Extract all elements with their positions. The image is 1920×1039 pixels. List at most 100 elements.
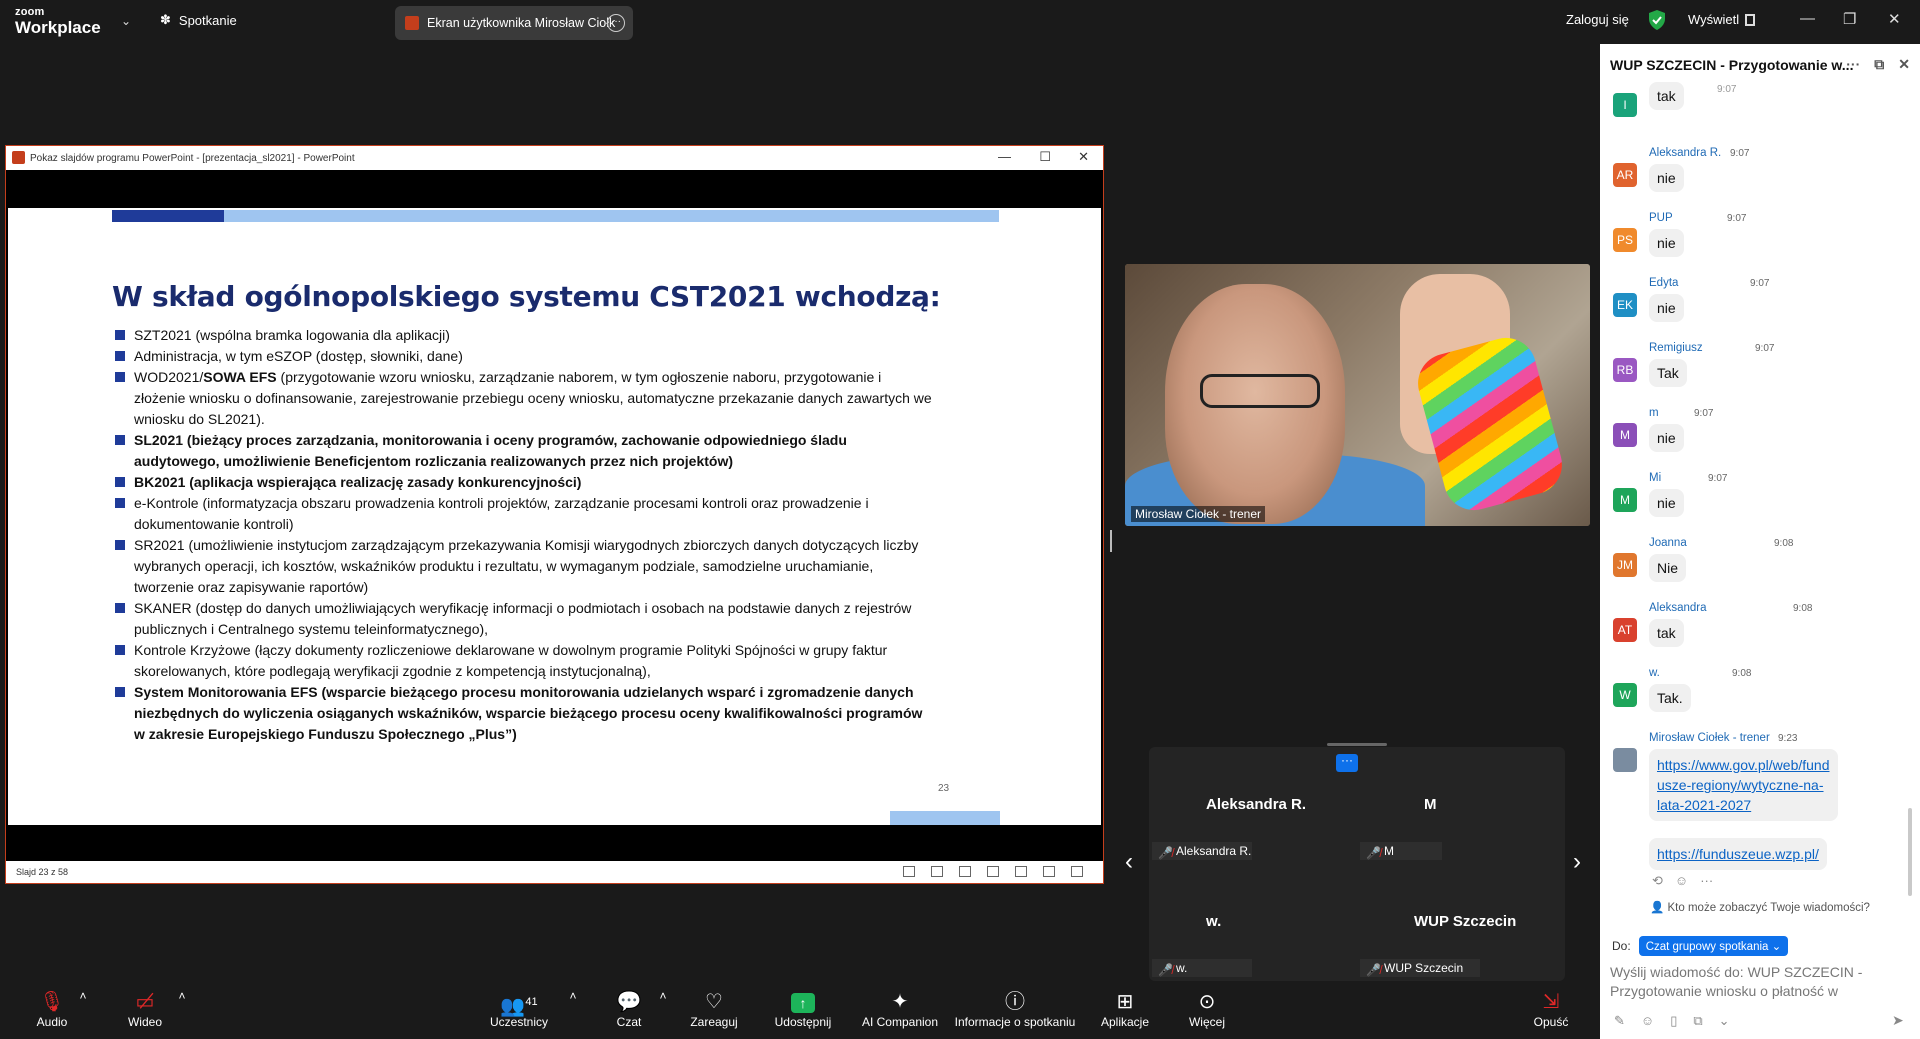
avatar: PS [1613,228,1637,252]
tile-tag-label: Aleksandra R. [1176,844,1252,858]
sorter-view-icon[interactable] [1015,866,1027,877]
login-link[interactable]: Zaloguj się [1566,12,1629,27]
message-time: 9:08 [1774,538,1794,549]
leave-icon: ⇲ [1542,991,1560,1013]
ppt-maximize-icon[interactable]: ☐ [1039,149,1051,165]
message-sender[interactable]: w. [1649,667,1660,679]
tile-tag: 🎤̸ w. [1152,959,1252,977]
gallery-drag-handle[interactable] [1327,743,1387,746]
avatar-photo [1613,748,1637,772]
send-icon[interactable]: ➤ [1892,1012,1904,1029]
ai-companion-button[interactable]: ✦ AI Companion [845,989,955,1029]
bullet-sr2021: SR2021 (umożliwienie instytucjom zarządz… [112,535,932,598]
slide-title: W skład ogólnopolskiego systemu CST2021 … [112,280,941,313]
tile-tag: 🎤̸ M [1360,842,1442,860]
chat-message: M Mi 9:07 nie [1610,472,1900,524]
avatar: JM [1613,553,1637,577]
gallery-more-button[interactable]: ··· [1336,754,1358,772]
ppt-minimize-icon[interactable]: — [998,149,1011,164]
chat-message: M m 9:07 nie [1610,407,1900,459]
chat-message: RB Remigiusz 9:07 Tak [1610,342,1900,394]
next-slide-icon[interactable] [959,866,971,877]
screenshot-icon[interactable]: ⧉ [1693,1013,1702,1029]
message-sender[interactable]: Joanna [1649,537,1687,549]
message-sender[interactable]: Mi [1649,472,1661,484]
chat-scrollbar[interactable] [1908,808,1912,896]
share-button[interactable]: ↑ Udostępnij [748,989,858,1029]
close-icon[interactable]: ✕ [1898,56,1910,73]
zoom-window: zoom Workplace ⌄ ✽ Spotkanie Ekran użytk… [0,0,1920,1039]
format-icon[interactable]: ✎ [1614,1013,1625,1029]
message-bubble: nie [1649,489,1684,517]
message-bubble: nie [1649,229,1684,257]
top-bar: zoom Workplace ⌄ ✽ Spotkanie Ekran użytk… [0,0,1920,44]
reading-view-icon[interactable] [1043,866,1055,877]
view-button[interactable]: Wyświetl [1688,12,1756,27]
chat-message: AR Aleksandra R. 9:07 nie [1610,147,1900,199]
chat-message: AT Aleksandra 9:08 tak [1610,602,1900,654]
popout-icon[interactable]: ⧉ [1874,56,1884,73]
message-time: 9:07 [1730,148,1750,159]
tile-tag-label: M [1384,844,1394,858]
message-sender[interactable]: Aleksandra [1649,602,1707,614]
meeting-menu-button[interactable]: ✽ Spotkanie [160,12,237,28]
avatar: RB [1613,358,1637,382]
emoji-icon[interactable]: ☺ [1641,1013,1654,1029]
avatar-initials: I [1623,98,1627,112]
video-options-caret[interactable]: ˄ [127,989,237,1003]
emoji-icon[interactable]: ☺ [1675,873,1688,889]
who-can-see-link[interactable]: 👤 Kto może zobaczyć Twoje wiadomości? [1650,900,1870,914]
leave-button[interactable]: ⇲ Opuść [1496,989,1606,1029]
more-button[interactable]: ⊙ Więcej [1152,989,1262,1029]
reply-icon[interactable]: ⟲ [1652,873,1663,889]
slideshow-icon[interactable] [1071,866,1083,877]
close-icon[interactable]: ✕ [1888,10,1901,28]
link-bubble[interactable]: https://funduszeue.wzp.pl/ [1649,838,1827,870]
normal-view-icon[interactable] [987,866,999,877]
chevron-right-icon[interactable]: › [1573,848,1581,876]
logo-line1: zoom [15,6,45,18]
slide-menu-icon[interactable] [931,866,943,877]
message-sender[interactable]: PUP [1649,212,1673,224]
resize-splitter[interactable] [1110,530,1112,552]
message-sender[interactable]: Remigiusz [1649,342,1703,354]
avatar-initials: W [1619,688,1631,702]
chat-message: I tak [1610,82,1900,132]
avatar-initials: M [1620,493,1630,507]
powerpoint-icon [12,151,25,164]
message-bubble: Tak [1649,359,1687,387]
message-input[interactable]: Wyślij wiadomość do: WUP SZCZECIN - Przy… [1610,963,1910,1001]
zoom-logo[interactable]: zoom Workplace [15,6,101,37]
screen-share-tab[interactable]: Ekran użytkownika Mirosław Ciołk ··· [395,6,633,40]
link1-line3[interactable]: lata-2021-2027 [1657,795,1830,815]
avatar-initials: AR [1616,168,1634,182]
link1-line2[interactable]: usze-regiony/wytyczne-na- [1657,775,1830,795]
message-sender[interactable]: Edyta [1649,277,1678,289]
prev-slide-icon[interactable] [903,866,915,877]
bullet-wod2021: WOD2021/SOWA EFS (przygotowanie wzoru wn… [112,367,932,430]
avatar-initials: AT [1617,623,1633,637]
more-icon[interactable]: ··· [1846,56,1860,73]
chevron-down-icon[interactable]: ⌄ [121,14,131,28]
speaker-video[interactable]: Mirosław Ciołek - trener [1125,264,1590,526]
participants-label: Uczestnicy [489,1015,548,1029]
chat-header: WUP SZCZECIN - Przygotowanie w... ··· ⧉ … [1600,44,1920,86]
message-sender[interactable]: Aleksandra R. [1649,147,1721,159]
minimize-icon[interactable]: — [1800,10,1815,27]
message-sender[interactable]: Mirosław Ciołek - trener [1649,732,1770,744]
link-bubble[interactable]: https://www.gov.pl/web/fund usze-regiony… [1649,749,1838,821]
message-sender[interactable]: m [1649,407,1659,419]
meeting-info-button[interactable]: ⓘ Informacje o spotkaniu [945,989,1085,1029]
ppt-close-icon[interactable]: ✕ [1078,149,1089,165]
recipient-select[interactable]: Czat grupowy spotkania ⌄ [1638,936,1789,956]
file-icon[interactable]: ▯ [1670,1013,1677,1029]
message-time: 9:07 [1708,473,1728,484]
message-bubble: nie [1649,164,1684,192]
more-icon[interactable]: ··· [1700,873,1713,889]
restore-icon[interactable]: ❐ [1843,10,1856,28]
more-options-icon[interactable]: ··· [607,14,625,32]
shield-icon[interactable] [1648,10,1666,30]
chevron-down-icon[interactable]: ⌄ [1719,1013,1730,1029]
chevron-left-icon[interactable]: ‹ [1125,848,1133,876]
link1-line1[interactable]: https://www.gov.pl/web/fund [1657,755,1830,775]
